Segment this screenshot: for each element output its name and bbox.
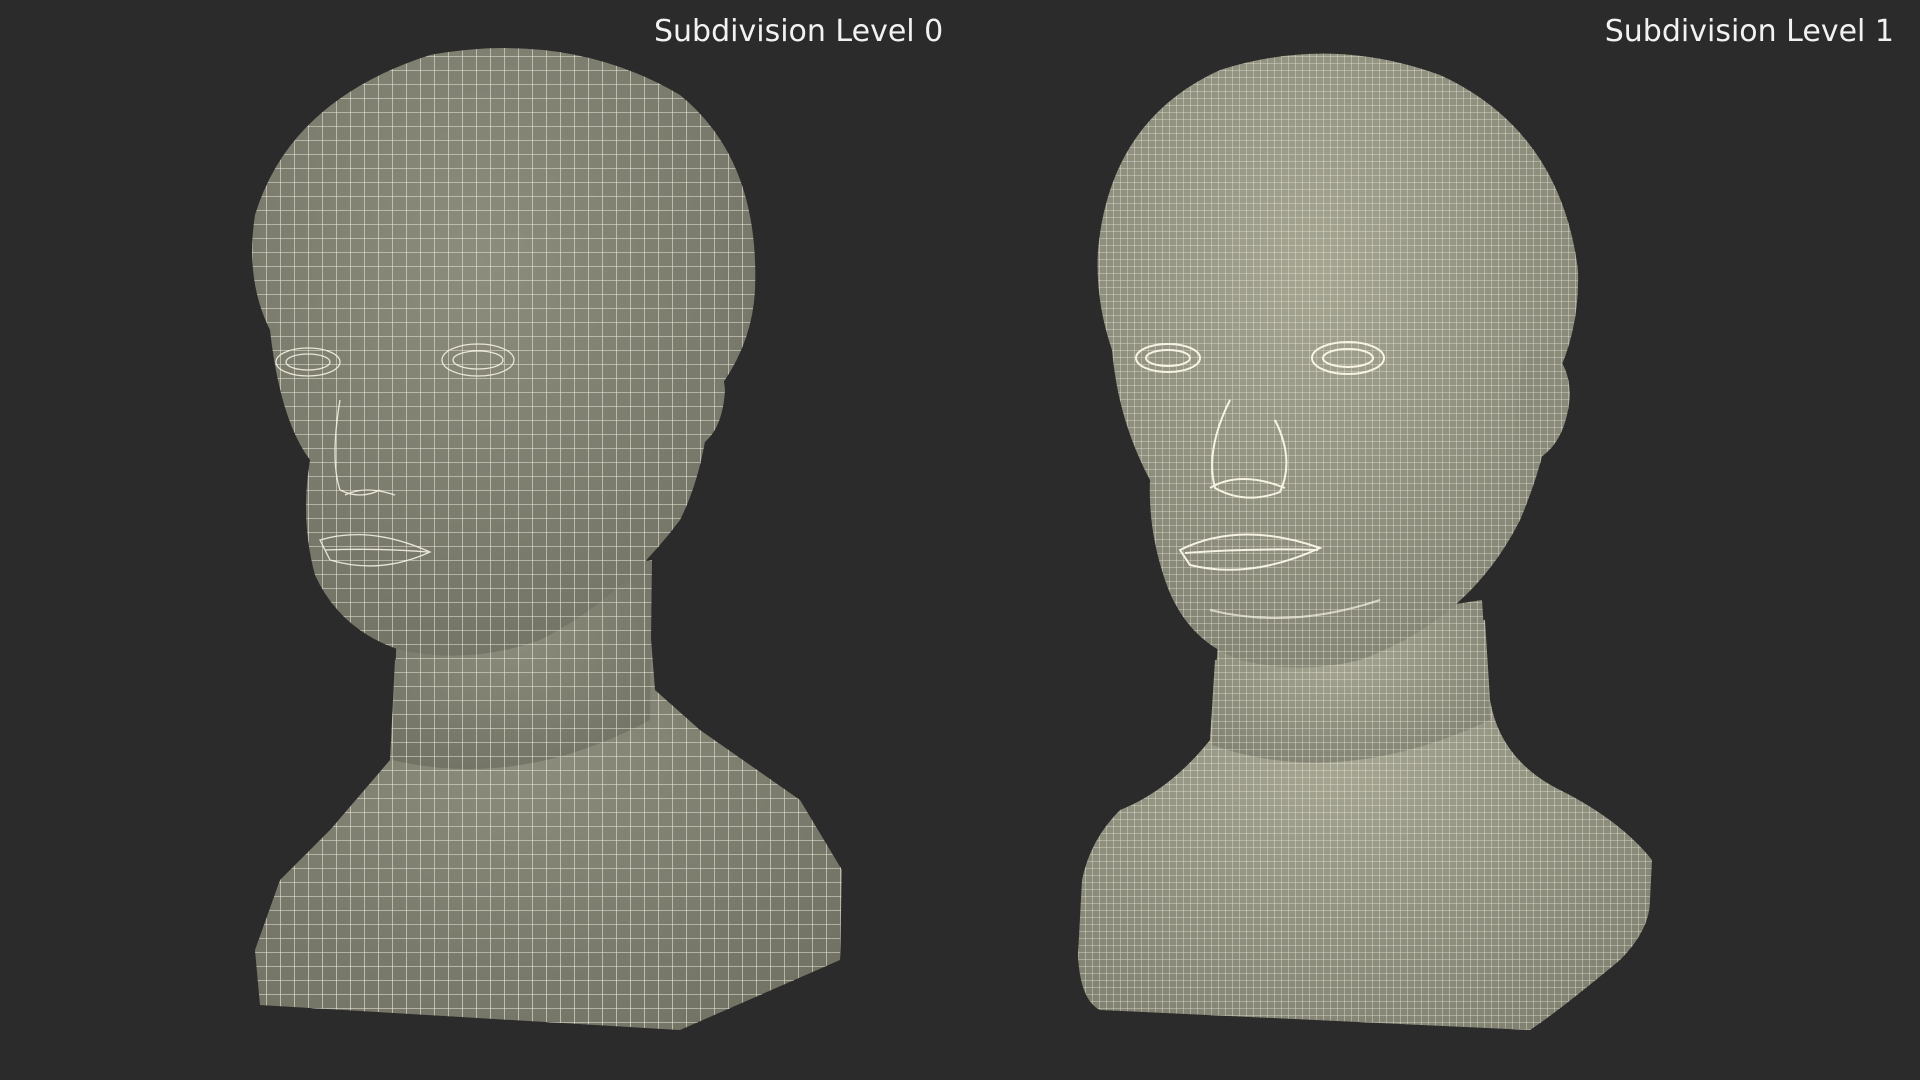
head-model-level-1 bbox=[1078, 53, 1652, 1030]
head-model-level-0 bbox=[252, 48, 842, 1030]
wireframe-heads bbox=[252, 48, 1652, 1030]
viewport: Subdivision Level 0 Subdivision Level 1 bbox=[0, 0, 1920, 1080]
